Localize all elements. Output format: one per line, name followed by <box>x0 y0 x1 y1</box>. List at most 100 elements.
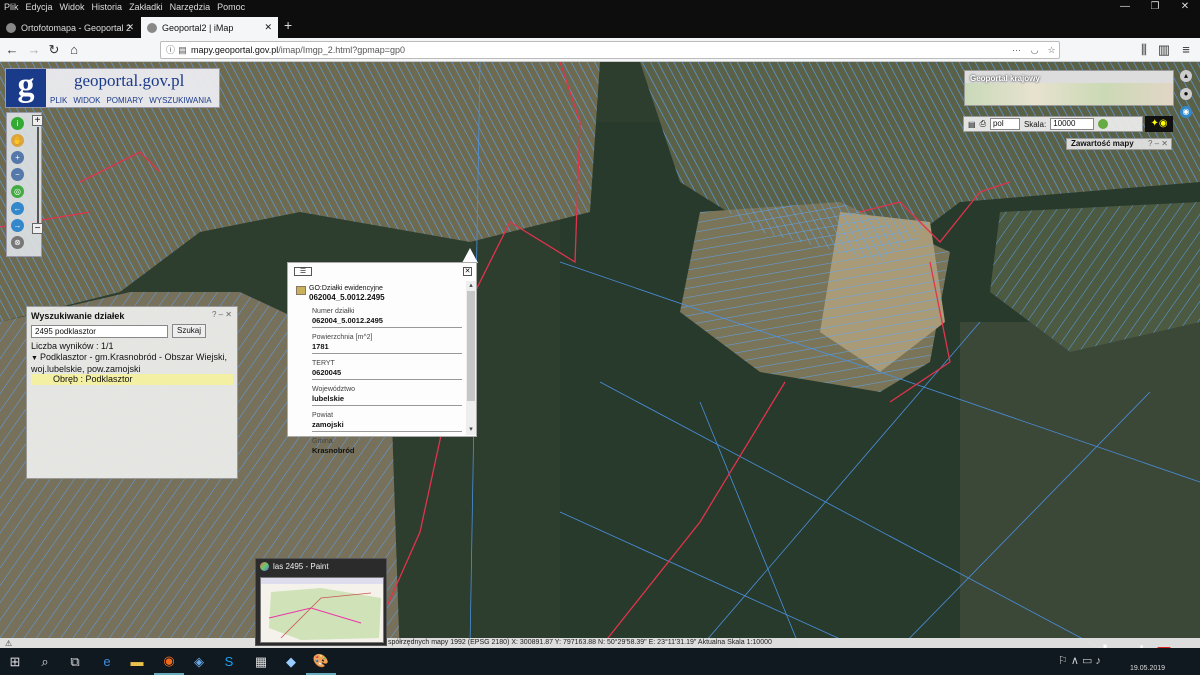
menu-item[interactable]: Historia <box>92 2 123 12</box>
app2-icon[interactable]: ◆ <box>276 648 306 675</box>
file-explorer-icon[interactable]: ▬ <box>122 648 152 675</box>
popup-scrollbar[interactable]: ▴ ▾ <box>466 281 476 435</box>
info-tool-icon[interactable]: i <box>11 117 24 130</box>
tab-title: Geoportal2 | iMap <box>162 22 234 33</box>
new-tab-icon[interactable]: + <box>284 17 292 33</box>
calculator-icon[interactable]: ▦ <box>246 648 276 675</box>
tab-bar: Ortofotomapa - Geoportal 2 ✕ Geoportal2 … <box>0 14 1200 38</box>
url-path: /imap/Imgp_2.html?gpmap=gp0 <box>278 45 406 55</box>
zoom-in-icon[interactable]: + <box>11 151 24 164</box>
print-icon[interactable]: ▤ <box>968 120 976 129</box>
paint-window-preview[interactable]: las 2495 - Paint <box>255 558 387 646</box>
task-view-icon[interactable]: ⧉ <box>60 648 90 675</box>
paint-taskbar-icon[interactable]: 🎨 <box>306 648 336 675</box>
field-powiat: Powiat zamojski <box>312 412 462 432</box>
field-numer-dzialki: Numer działki 062004_5.0012.2495 <box>312 308 462 328</box>
overview-map-image[interactable] <box>965 83 1173 105</box>
status-bar: ⚠ spółrzędnych mapy 1992 (EPSG 2180) X: … <box>0 638 1200 648</box>
menu-item[interactable]: Zakładki <box>129 2 163 12</box>
tab-imap[interactable]: Geoportal2 | iMap ✕ <box>141 17 278 38</box>
zoom-slider[interactable] <box>37 127 39 227</box>
reload-icon[interactable]: ↻ <box>46 42 62 58</box>
pan-hand-icon[interactable]: ✋ <box>11 134 24 147</box>
search-icon[interactable]: ⌕ <box>30 648 60 675</box>
menu-wyszukiwania[interactable]: WYSZUKIWANIA <box>149 96 211 105</box>
back-icon[interactable]: ← <box>4 42 20 58</box>
field-powierzchnia: Powierzchnia [m^2] 1781 <box>312 334 462 354</box>
printer-icon[interactable]: ⎙ <box>980 119 986 129</box>
forward-icon[interactable]: → <box>26 42 42 58</box>
edge-icon[interactable]: e <box>92 648 122 675</box>
url-bar[interactable]: ⓘ ▤ mapy.geoportal.gov.pl/imap/Imgp_2.ht… <box>160 41 1060 59</box>
next-view-icon[interactable]: → <box>11 219 24 232</box>
scroll-down-icon[interactable]: ▾ <box>466 425 476 433</box>
parcel-search-input[interactable]: 2495 podklasztor <box>31 325 168 338</box>
search-result-item[interactable]: ▼ Podklasztor - gm.Krasnobród - Obszar Wi… <box>31 352 231 375</box>
minimize-icon[interactable]: — <box>1110 0 1140 14</box>
panel-controls-icon[interactable]: ? – ✕ <box>212 310 232 319</box>
paint-preview-title: las 2495 - Paint <box>260 562 329 571</box>
popup-pointer <box>462 248 478 263</box>
geoportal-logo[interactable]: g geoportal.gov.pl PLIK WIDOK POMIARY WY… <box>5 68 220 108</box>
close-icon[interactable]: ✕ <box>463 267 472 276</box>
paint-title: las 2495 - Paint <box>273 562 329 571</box>
overview-map[interactable]: Geoportal krajowy <box>964 70 1174 106</box>
language-select[interactable]: pol <box>989 118 1020 130</box>
system-tray-icons[interactable]: ⚐ ∧ ▭ ♪ <box>1058 654 1101 667</box>
field-value: lubelskie <box>312 394 345 403</box>
bookmark-star-icon[interactable]: ☆ <box>1046 45 1057 56</box>
pocket-icon[interactable]: ◡ <box>1029 45 1040 56</box>
menu-item[interactable]: Plik <box>4 2 19 12</box>
expand-triangle-icon[interactable]: ▼ <box>31 355 38 362</box>
eye-toggle-icon[interactable]: ◉ <box>1180 106 1192 118</box>
apply-scale-icon[interactable] <box>1098 119 1109 129</box>
field-value: Krasnobród <box>312 446 355 455</box>
field-value: zamojski <box>312 420 344 429</box>
more-icon[interactable]: ··· <box>1011 45 1022 56</box>
expand-icon[interactable]: ▴ <box>1180 70 1192 82</box>
zoom-out-icon[interactable]: − <box>11 168 24 181</box>
maximize-icon[interactable]: ❐ <box>1140 0 1170 14</box>
firefox-icon[interactable]: ◉ <box>154 648 184 675</box>
map-content-panel-header[interactable]: Zawartość mapy ? – ✕ <box>1066 138 1172 150</box>
scale-input[interactable]: 10000 <box>1050 118 1095 130</box>
list-icon[interactable]: ☰ <box>294 267 312 276</box>
zoom-plus-button[interactable]: + <box>32 115 43 126</box>
geoportal-g-icon: g <box>6 69 46 107</box>
map-tools-bar: i ✋ + − ◎ ← → ⊗ + − <box>6 112 43 257</box>
app-icon[interactable]: ◈ <box>184 648 214 675</box>
previous-view-icon[interactable]: ← <box>11 202 24 215</box>
scroll-up-icon[interactable]: ▴ <box>466 281 476 289</box>
clear-icon[interactable]: ⊗ <box>11 236 24 249</box>
scroll-thumb[interactable] <box>467 291 475 401</box>
windows-start-icon[interactable]: ⊞ <box>0 648 30 675</box>
settings-icon[interactable]: ● <box>1180 88 1192 100</box>
tab-close-icon[interactable]: ✕ <box>126 22 134 33</box>
menu-plik[interactable]: PLIK <box>50 96 67 105</box>
source-layer: GO:Działki ewidencyjne 062004_5.0012.249… <box>296 285 466 302</box>
visibility-eye-icon[interactable]: ✦◉ <box>1145 116 1173 132</box>
library-icon[interactable]: ⫼ <box>1136 42 1152 58</box>
skype-icon[interactable]: S <box>214 648 244 675</box>
close-icon[interactable]: ✕ <box>1170 0 1200 14</box>
full-extent-icon[interactable]: ◎ <box>11 185 24 198</box>
menu-widok[interactable]: WIDOK <box>73 96 100 105</box>
hamburger-menu-icon[interactable]: ≡ <box>1178 42 1194 58</box>
map-canvas[interactable]: g geoportal.gov.pl PLIK WIDOK POMIARY WY… <box>0 62 1200 648</box>
info-icon[interactable]: ⓘ <box>165 45 176 56</box>
menu-item[interactable]: Widok <box>60 2 85 12</box>
parcel-search-panel: Wyszukiwanie działek ? – ✕ 2495 podklasz… <box>26 306 238 479</box>
menu-item[interactable]: Edycja <box>26 2 53 12</box>
panel-controls-icon[interactable]: ? – ✕ <box>1148 139 1168 149</box>
menu-pomiary[interactable]: POMIARY <box>106 96 143 105</box>
search-button[interactable]: Szukaj <box>172 324 206 338</box>
menu-item[interactable]: Narzędzia <box>170 2 211 12</box>
field-value: 062004_5.0012.2495 <box>312 316 383 325</box>
tab-ortofotomapa[interactable]: Ortofotomapa - Geoportal 2 ✕ <box>0 17 140 38</box>
zoom-minus-button[interactable]: − <box>32 223 43 234</box>
search-result-obreb[interactable]: Obręb : Podklasztor <box>31 374 233 385</box>
menu-item[interactable]: Pomoc <box>217 2 245 12</box>
tab-close-icon[interactable]: ✕ <box>264 22 272 33</box>
sidebar-icon[interactable]: ▥ <box>1156 42 1172 58</box>
home-icon[interactable]: ⌂ <box>66 42 82 58</box>
